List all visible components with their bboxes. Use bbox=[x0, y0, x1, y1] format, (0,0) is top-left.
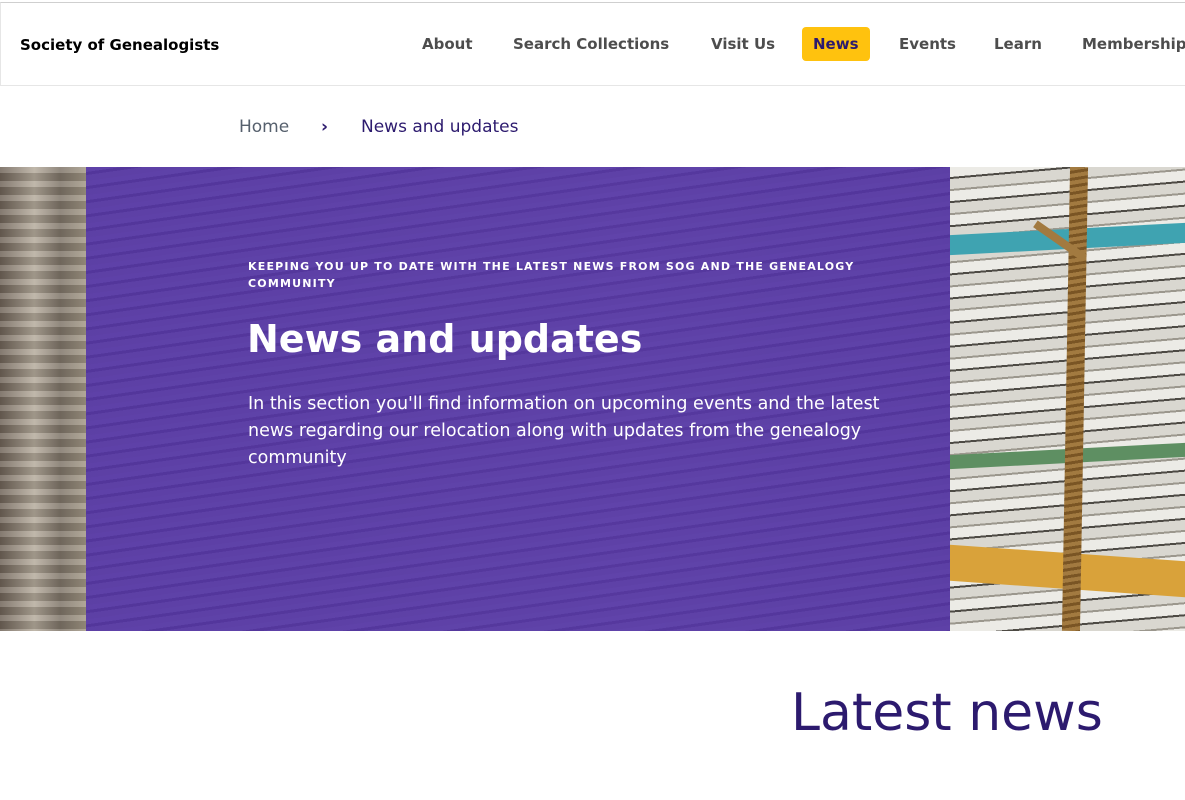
breadcrumb-current-link[interactable]: News and updates bbox=[361, 117, 518, 137]
breadcrumb-home-link[interactable]: Home bbox=[239, 117, 289, 137]
nav-events[interactable]: Events bbox=[899, 35, 956, 53]
chevron-right-icon: › bbox=[321, 117, 329, 137]
nav-learn[interactable]: Learn bbox=[994, 35, 1042, 53]
nav-search-collections[interactable]: Search Collections bbox=[513, 35, 669, 53]
hero-description: In this section you'll find information … bbox=[248, 394, 880, 468]
nav-visit-us[interactable]: Visit Us bbox=[711, 35, 775, 53]
hero-title: News and updates bbox=[247, 317, 643, 361]
main-nav: About Search Collections Visit Us News E… bbox=[1, 3, 1185, 87]
nav-news[interactable]: News bbox=[802, 27, 870, 61]
hero-eyebrow: KEEPING YOU UP TO DATE WITH THE LATEST N… bbox=[248, 260, 855, 290]
site-header: Society of Genealogists About Search Col… bbox=[0, 2, 1185, 86]
nav-membership[interactable]: Membership bbox=[1082, 35, 1185, 53]
latest-news-heading: Latest news bbox=[791, 683, 1103, 743]
hero-background-image bbox=[0, 167, 86, 631]
hero-banner: KEEPING YOU UP TO DATE WITH THE LATEST N… bbox=[0, 167, 1185, 631]
nav-about[interactable]: About bbox=[422, 35, 473, 53]
